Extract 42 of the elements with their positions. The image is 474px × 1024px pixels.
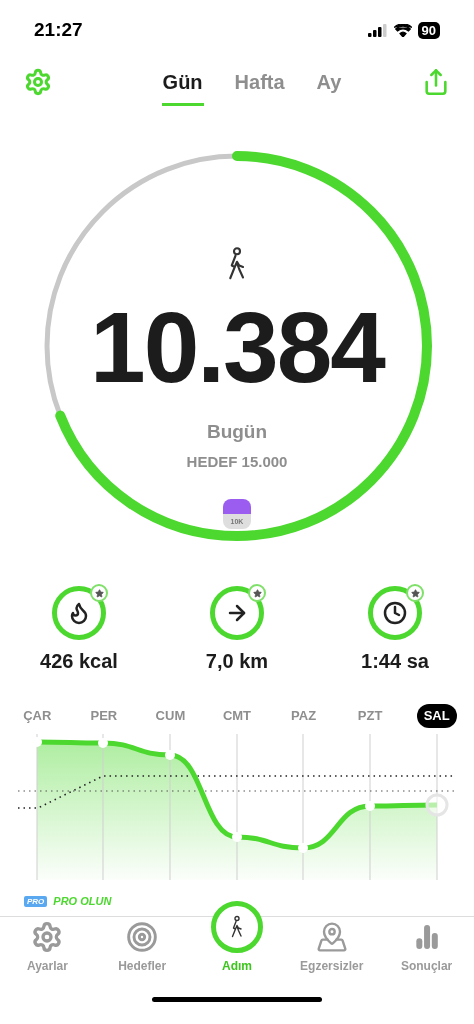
data-point (98, 737, 108, 748)
tab-bar-item[interactable]: Hedefler (94, 916, 190, 977)
star-badge (248, 584, 266, 602)
day-label[interactable]: PZT (350, 704, 390, 728)
day-label[interactable]: PAZ (284, 704, 324, 728)
star-badge (90, 584, 108, 602)
settings-icon (31, 920, 64, 953)
status-time: 21:27 (34, 17, 83, 42)
day-label: Bugün (206, 420, 268, 444)
target-icon (126, 920, 159, 953)
stat-value: 1:44 sa (361, 649, 429, 674)
step-count: 10.384 (90, 292, 384, 402)
period-tab[interactable]: Ay (315, 58, 343, 106)
signal-icon (367, 23, 388, 37)
selected-point-handle[interactable] (425, 793, 449, 816)
go-pro-link[interactable]: PRO OLUN (53, 893, 112, 910)
pro-badge: PRO (24, 896, 48, 907)
stat-value: 7,0 km (205, 649, 269, 674)
wifi-icon (393, 23, 412, 37)
day-label[interactable]: PER (83, 704, 125, 728)
day-label[interactable]: CMT (215, 704, 259, 728)
stat-value: 426 kcal (40, 649, 118, 674)
star-badge (406, 584, 424, 602)
day-label[interactable]: SAL (416, 704, 457, 728)
tab-bar-item[interactable]: Ayarlar (0, 916, 95, 977)
goal-label: HEDEF 15.000 (186, 451, 288, 472)
data-point (232, 831, 242, 842)
data-point (365, 800, 375, 811)
clock-icon (383, 601, 407, 625)
map-pin-icon (315, 920, 348, 953)
day-label[interactable]: ÇAR (16, 704, 59, 728)
tab-bar-item[interactable]: Adım (189, 900, 285, 977)
period-tab[interactable]: Gün (161, 58, 204, 106)
settings-button[interactable] (24, 68, 52, 96)
day-label[interactable]: CUM (148, 704, 193, 728)
tab-bar-item[interactable]: Sonuçlar (379, 916, 474, 977)
share-button[interactable] (422, 67, 450, 97)
period-tab[interactable]: Hafta (233, 58, 286, 106)
data-point (298, 842, 308, 853)
data-point (165, 749, 175, 760)
tab-bar-item[interactable]: Egzersizler (284, 916, 380, 977)
battery-indicator: 90 (417, 21, 440, 39)
